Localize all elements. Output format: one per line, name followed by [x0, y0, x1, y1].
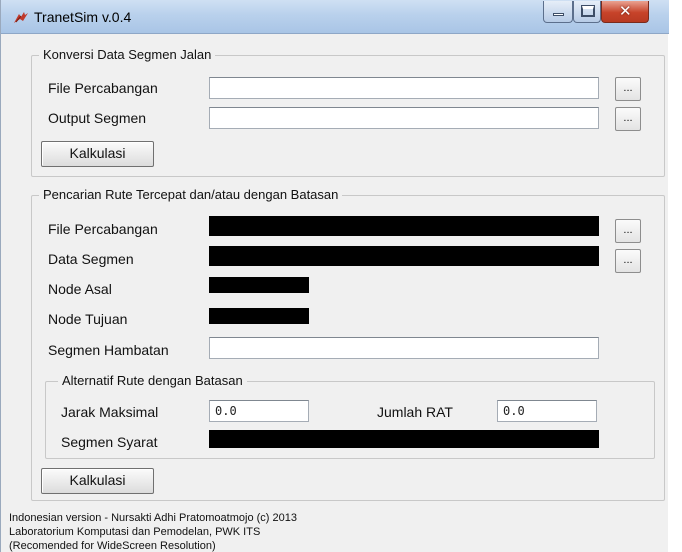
node-asal-label: Node Asal: [48, 281, 112, 297]
close-button[interactable]: ✕: [601, 1, 649, 23]
title-bar[interactable]: TranetSim v.0.4 ✕: [1, 0, 669, 34]
jumlah-rat-input[interactable]: 0.0: [497, 400, 597, 422]
segmen-hambatan-label: Segmen Hambatan: [48, 342, 169, 358]
close-icon: ✕: [619, 2, 632, 20]
window-title: TranetSim v.0.4: [34, 9, 132, 25]
tk-feather-icon: [14, 12, 28, 23]
node-tujuan-input[interactable]: [209, 308, 309, 324]
file-percabangan-2-input[interactable]: [209, 216, 599, 236]
app-window: TranetSim v.0.4 ✕ Konversi Data Segmen J…: [0, 0, 669, 552]
segmen-syarat-label: Segmen Syarat: [61, 434, 158, 450]
browse-output-segmen-button[interactable]: ...: [615, 107, 641, 131]
file-percabangan-input[interactable]: [209, 77, 599, 99]
output-segmen-label: Output Segmen: [48, 110, 147, 126]
data-segmen-input[interactable]: [209, 246, 599, 266]
segmen-syarat-input[interactable]: [209, 430, 599, 448]
kalkulasi-konversi-button[interactable]: Kalkulasi: [41, 141, 154, 167]
maximize-button[interactable]: [573, 1, 601, 23]
browse-file-percabangan-button[interactable]: ...: [615, 77, 641, 101]
pencarian-legend: Pencarian Rute Tercepat dan/atau dengan …: [39, 187, 343, 202]
node-tujuan-label: Node Tujuan: [48, 311, 128, 327]
file-percabangan-label: File Percabangan: [48, 80, 158, 96]
browse-file-percabangan-2-button[interactable]: ...: [615, 219, 641, 243]
jarak-maksimal-input[interactable]: 0.0: [209, 400, 309, 422]
jumlah-rat-label: Jumlah RAT: [377, 404, 453, 420]
konversi-legend: Konversi Data Segmen Jalan: [39, 47, 216, 62]
footer-lab: Laboratorium Komputasi dan Pemodelan, PW…: [9, 526, 261, 538]
minimize-icon: [553, 13, 564, 16]
alternatif-legend: Alternatif Rute dengan Batasan: [58, 373, 247, 388]
jarak-maksimal-label: Jarak Maksimal: [61, 404, 159, 420]
output-segmen-input[interactable]: [209, 107, 599, 129]
footer-note: (Recomended for WideScreen Resolution): [9, 540, 216, 552]
maximize-icon: [581, 5, 595, 17]
node-asal-input[interactable]: [209, 277, 309, 293]
segmen-hambatan-input[interactable]: [209, 337, 599, 359]
minimize-button[interactable]: [543, 1, 573, 23]
browse-data-segmen-button[interactable]: ...: [615, 249, 641, 273]
kalkulasi-pencarian-button[interactable]: Kalkulasi: [41, 468, 154, 494]
data-segmen-label: Data Segmen: [48, 251, 134, 267]
footer-credit: Indonesian version - Nursakti Adhi Prato…: [9, 512, 297, 524]
file-percabangan-2-label: File Percabangan: [48, 221, 158, 237]
